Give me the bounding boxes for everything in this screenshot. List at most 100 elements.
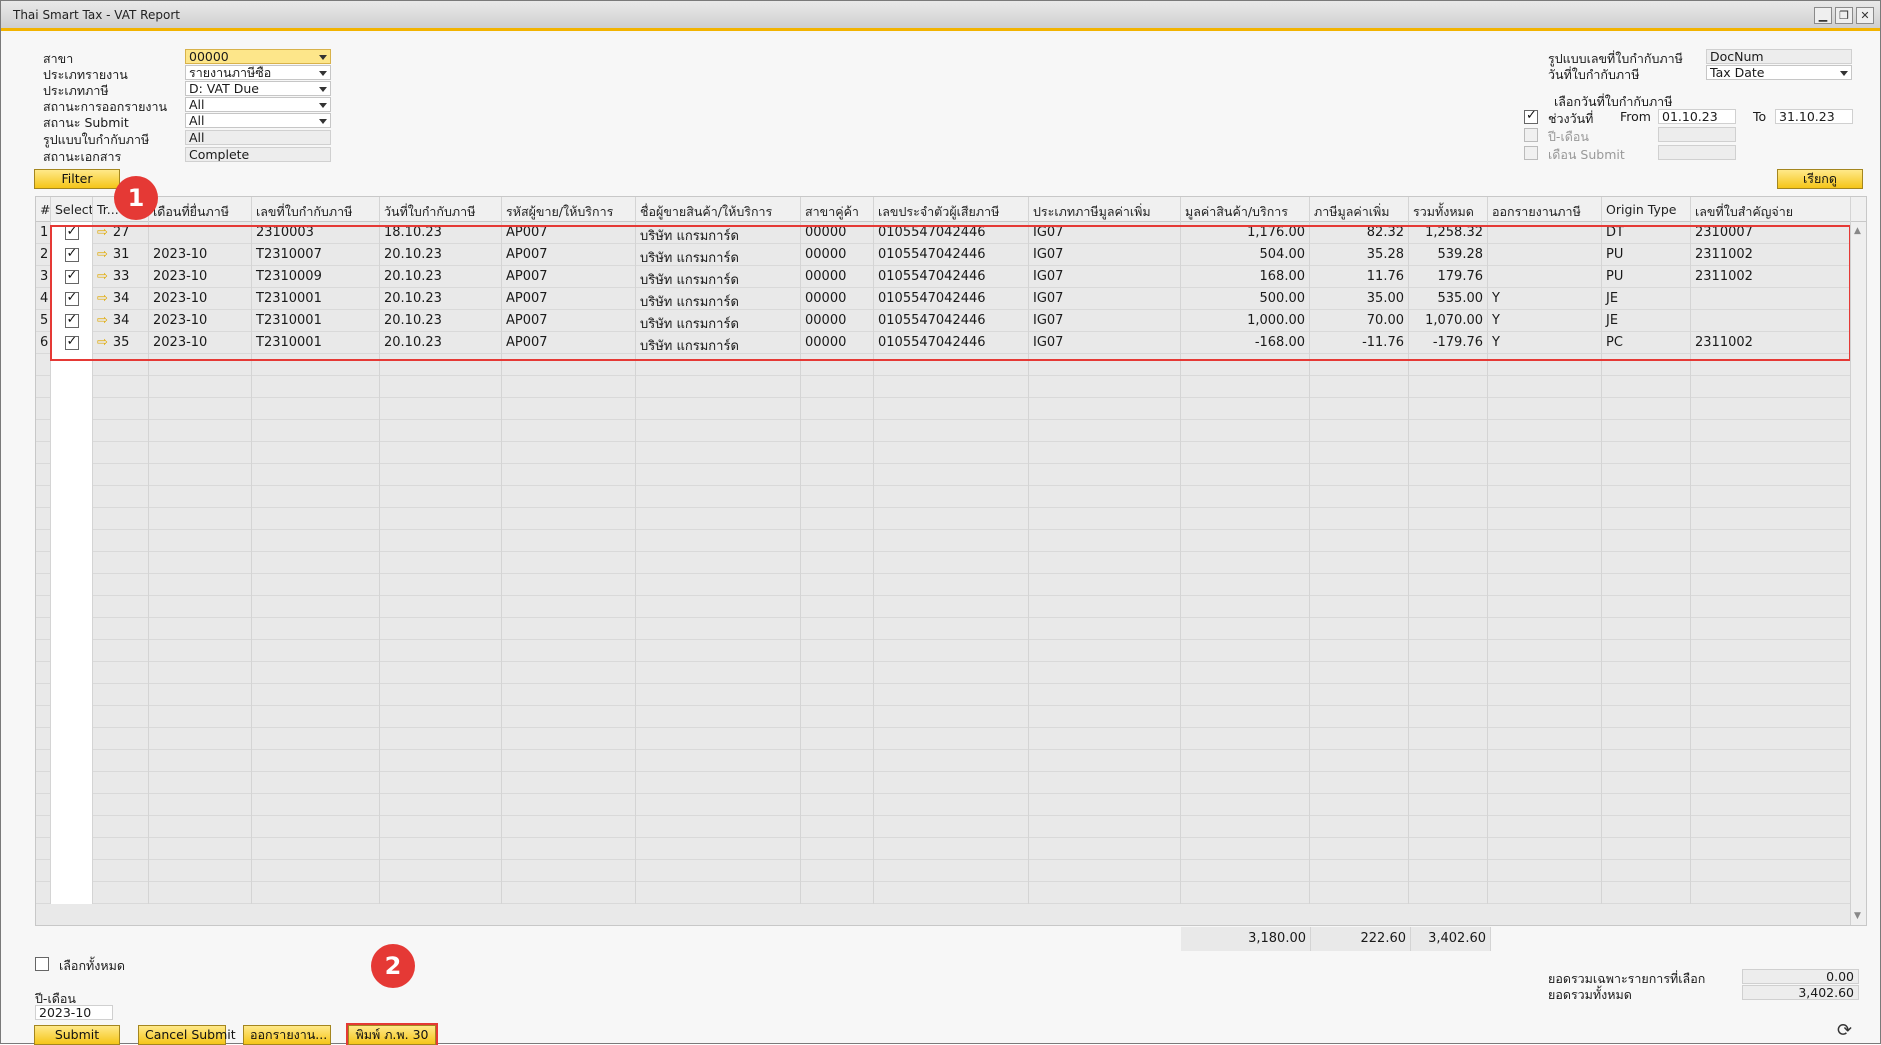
close-icon[interactable]: ✕ <box>1856 7 1874 24</box>
table-row[interactable]: 4 ⇨ 34 2023-10T231000120.10.23AP007บริษัท แ… <box>36 288 1866 310</box>
select-all-checkbox[interactable] <box>35 957 49 971</box>
col-rownum-header[interactable]: # <box>36 197 51 222</box>
col-select-cell[interactable] <box>51 552 93 574</box>
submit-month-checkbox[interactable] <box>1524 146 1538 160</box>
col-total-header[interactable]: รวมทั้งหมด <box>1409 197 1488 222</box>
col-select-cell[interactable] <box>51 530 93 552</box>
col-select-cell[interactable] <box>51 838 93 860</box>
table-row[interactable] <box>36 464 1866 486</box>
col-invoice-date-header[interactable]: วันที่ใบกำกับภาษี <box>380 197 502 222</box>
table-row[interactable] <box>36 486 1866 508</box>
table-row[interactable] <box>36 640 1866 662</box>
col-reported-header[interactable]: ออกรายงานภาษี <box>1488 197 1602 222</box>
table-row[interactable]: 3 ⇨ 33 2023-10T231000920.10.23AP007บริษัท แ… <box>36 266 1866 288</box>
invoice-date-dropdown[interactable]: Tax Date <box>1706 65 1852 80</box>
table-row[interactable]: 6 ⇨ 35 2023-10T231000120.10.23AP007บริษัท แ… <box>36 332 1866 354</box>
link-arrow-icon[interactable]: ⇨ <box>97 335 108 350</box>
date-range-checkbox[interactable] <box>1524 108 1538 124</box>
invoice-number-format-field[interactable]: DocNum <box>1706 49 1852 64</box>
col-select-cell[interactable] <box>51 222 93 244</box>
col-select-cell[interactable] <box>51 882 93 904</box>
col-select-cell[interactable] <box>51 728 93 750</box>
invoice-format-field[interactable]: All <box>185 130 331 145</box>
col-select-cell[interactable] <box>51 244 93 266</box>
col-origin-type-header[interactable]: Origin Type <box>1602 197 1691 222</box>
col-select-cell[interactable] <box>51 508 93 530</box>
col-select-cell[interactable] <box>51 750 93 772</box>
refresh-icon[interactable]: ⟳ <box>1837 1020 1852 1041</box>
col-vendor-code-header[interactable]: รหัสผู้ขาย/ให้บริการ <box>502 197 636 222</box>
year-month-input[interactable]: 2023-10 <box>35 1005 113 1020</box>
col-select-cell[interactable] <box>51 398 93 420</box>
tax-type-dropdown[interactable]: D: VAT Due <box>185 81 331 96</box>
table-row[interactable]: 2 ⇨ 31 2023-10T231000720.10.23AP007บริษัท แ… <box>36 244 1866 266</box>
table-row[interactable]: 5 ⇨ 34 2023-10T231000120.10.23AP007บริษัท แ… <box>36 310 1866 332</box>
col-select-header[interactable]: Select <box>51 197 93 222</box>
cancel-submit-button[interactable]: Cancel Submit <box>138 1025 236 1045</box>
link-arrow-icon[interactable]: ⇨ <box>97 225 108 240</box>
row-select-checkbox[interactable] <box>64 268 79 284</box>
scroll-up-icon[interactable]: ▲ <box>1854 226 1861 236</box>
row-select-checkbox[interactable] <box>64 246 79 262</box>
col-select-cell[interactable] <box>51 794 93 816</box>
col-tax-id-header[interactable]: เลขประจำตัวผู้เสียภาษี <box>874 197 1029 222</box>
table-row[interactable] <box>36 772 1866 794</box>
table-row[interactable] <box>36 376 1866 398</box>
table-row[interactable] <box>36 816 1866 838</box>
table-row[interactable] <box>36 530 1866 552</box>
col-select-cell[interactable] <box>51 310 93 332</box>
col-select-cell[interactable] <box>51 662 93 684</box>
row-select-checkbox[interactable] <box>64 224 79 240</box>
minimize-icon[interactable]: ▁ <box>1814 7 1832 24</box>
sort-button[interactable]: เรียกดู <box>1777 169 1863 189</box>
col-amount-header[interactable]: มูลค่าสินค้า/บริการ <box>1181 197 1310 222</box>
col-select-cell[interactable] <box>51 772 93 794</box>
col-select-cell[interactable] <box>51 640 93 662</box>
col-select-cell[interactable] <box>51 266 93 288</box>
col-select-cell[interactable] <box>51 486 93 508</box>
col-select-cell[interactable] <box>51 332 93 354</box>
table-row[interactable] <box>36 574 1866 596</box>
table-row[interactable] <box>36 728 1866 750</box>
table-row[interactable] <box>36 706 1866 728</box>
table-row[interactable] <box>36 442 1866 464</box>
submit-button[interactable]: Submit <box>34 1025 120 1045</box>
submit-status-dropdown[interactable]: All <box>185 113 331 128</box>
table-row[interactable] <box>36 618 1866 640</box>
col-select-cell[interactable] <box>51 618 93 640</box>
table-row[interactable] <box>36 750 1866 772</box>
row-select-checkbox[interactable] <box>64 290 79 306</box>
table-row[interactable] <box>36 508 1866 530</box>
report-button[interactable]: ออกรายงาน... <box>243 1025 331 1045</box>
link-arrow-icon[interactable]: ⇨ <box>97 313 108 328</box>
to-date-input[interactable]: 31.10.23 <box>1775 109 1853 124</box>
table-row[interactable] <box>36 860 1866 882</box>
restore-icon[interactable]: ❐ <box>1835 7 1853 24</box>
report-type-dropdown[interactable]: รายงานภาษีซื้อ <box>185 65 331 80</box>
col-select-cell[interactable] <box>51 596 93 618</box>
col-vat-type-header[interactable]: ประเภทภาษีมูลค่าเพิ่ม <box>1029 197 1181 222</box>
year-month-checkbox[interactable] <box>1524 128 1538 142</box>
table-row[interactable] <box>36 684 1866 706</box>
col-select-cell[interactable] <box>51 706 93 728</box>
filter-button[interactable]: Filter <box>34 169 120 189</box>
table-row[interactable] <box>36 398 1866 420</box>
col-voucher-no-header[interactable]: เลขที่ใบสำคัญจ่าย <box>1691 197 1851 222</box>
link-arrow-icon[interactable]: ⇨ <box>97 247 108 262</box>
table-row[interactable] <box>36 882 1866 904</box>
col-month-header[interactable]: เดือนที่ยื่นภาษี <box>149 197 252 222</box>
branch-dropdown[interactable]: 00000 <box>185 49 331 64</box>
table-row[interactable] <box>36 794 1866 816</box>
link-arrow-icon[interactable]: ⇨ <box>97 291 108 306</box>
table-row[interactable] <box>36 354 1866 376</box>
col-vendor-name-header[interactable]: ชื่อผู้ขายสินค้า/ให้บริการ <box>636 197 801 222</box>
table-row[interactable]: 1 ⇨ 27 231000318.10.23AP007บริษัท แกรมการ์ด… <box>36 222 1866 244</box>
scroll-down-icon[interactable]: ▼ <box>1854 911 1861 921</box>
col-select-cell[interactable] <box>51 288 93 310</box>
table-row[interactable] <box>36 838 1866 860</box>
col-select-cell[interactable] <box>51 376 93 398</box>
col-select-cell[interactable] <box>51 684 93 706</box>
col-select-cell[interactable] <box>51 860 93 882</box>
report-status-dropdown[interactable]: All <box>185 97 331 112</box>
from-date-input[interactable]: 01.10.23 <box>1658 109 1736 124</box>
